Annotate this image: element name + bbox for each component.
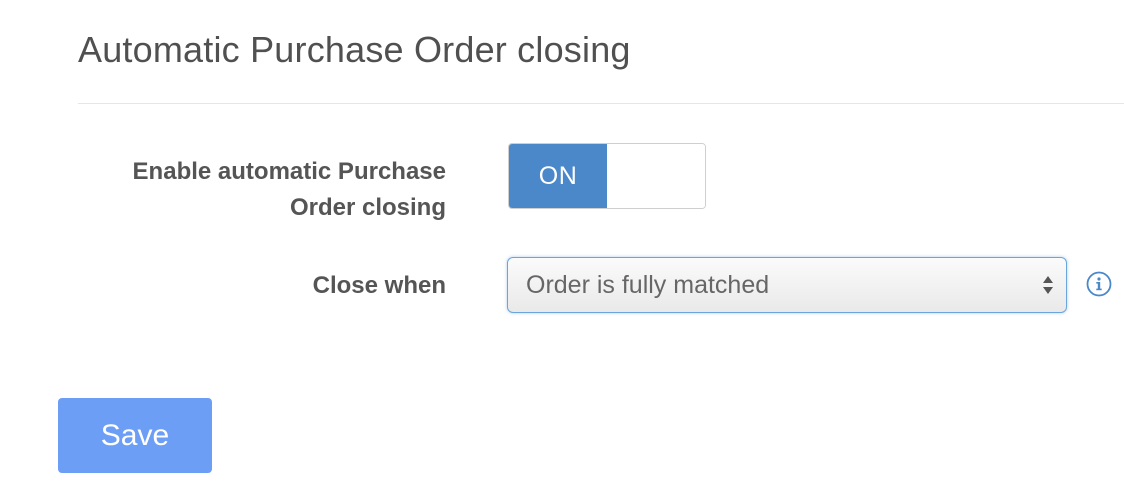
up-down-arrows-icon — [1042, 273, 1054, 297]
title-divider — [78, 103, 1124, 104]
toggle-handle — [607, 144, 705, 208]
toggle-on-label: ON — [509, 144, 607, 208]
settings-page: Automatic Purchase Order closing Enable … — [0, 0, 1124, 504]
close-when-select[interactable]: Order is fully matched — [507, 257, 1067, 313]
save-button[interactable]: Save — [58, 398, 212, 473]
close-when-label: Close when — [312, 272, 446, 299]
enable-auto-close-label: Enable automatic Purchase Order closing — [132, 158, 446, 221]
page-title: Automatic Purchase Order closing — [78, 29, 631, 70]
info-circle-icon[interactable] — [1086, 271, 1112, 297]
close-when-selected-value: Order is fully matched — [526, 271, 770, 299]
enable-auto-close-toggle[interactable]: ON — [508, 143, 706, 209]
